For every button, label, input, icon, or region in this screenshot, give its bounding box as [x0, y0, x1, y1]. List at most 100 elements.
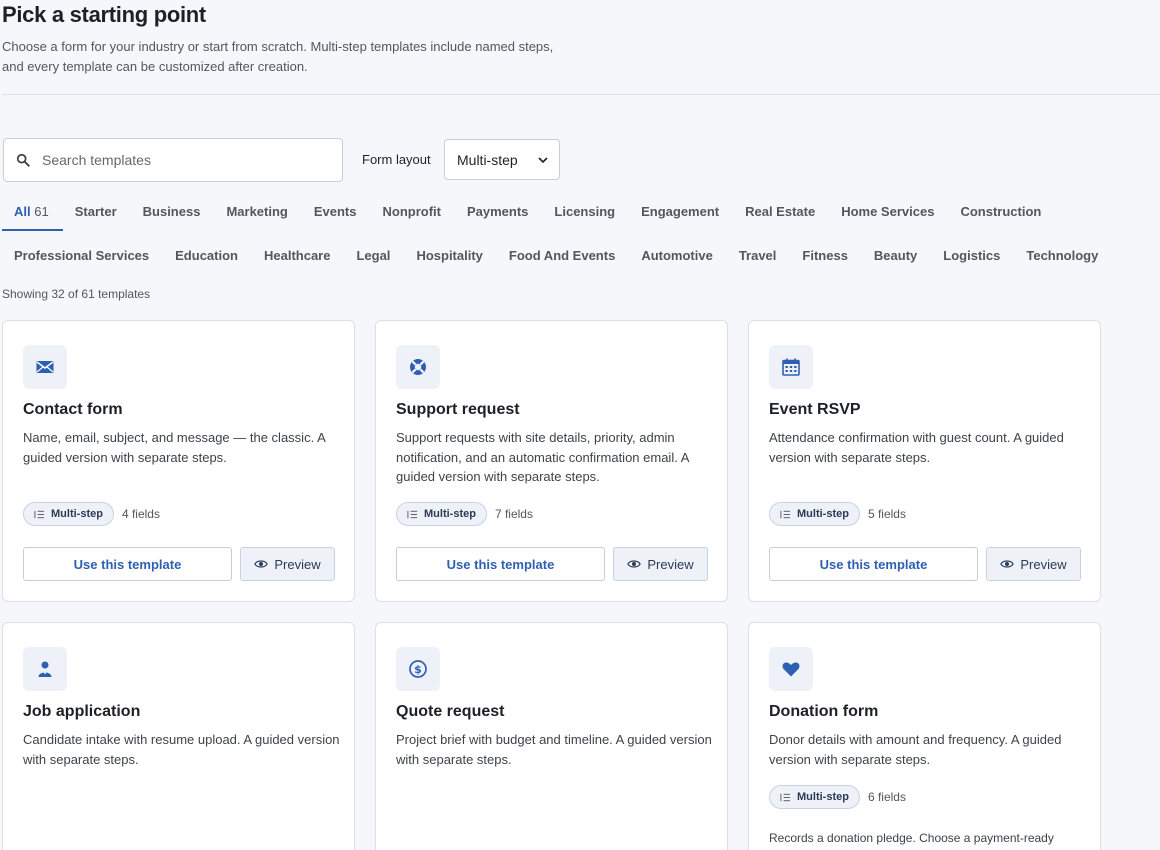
list-icon	[34, 510, 45, 518]
page-title: Pick a starting point	[2, 2, 206, 27]
chevron-down-icon	[538, 156, 548, 163]
tab-starter[interactable]: Starter	[63, 197, 131, 231]
header-divider	[2, 94, 1160, 95]
card-icon-tile	[396, 345, 440, 389]
form-layout-value: Multi-step	[457, 151, 518, 168]
card-icon-tile: $	[396, 647, 440, 691]
tab-fitness[interactable]: Fitness	[790, 241, 862, 275]
svg-text:$: $	[414, 663, 422, 676]
badge-label: Multi-step	[797, 791, 849, 803]
card-icon-tile	[769, 647, 813, 691]
card-description: Name, email, subject, and message — the …	[23, 430, 326, 465]
dollar-icon: $	[409, 660, 427, 678]
tab-engagement[interactable]: Engagement	[629, 197, 733, 231]
field-count: 6 fields	[867, 790, 906, 804]
tab-technology[interactable]: Technology	[1014, 241, 1112, 275]
badge-label: Multi-step	[797, 508, 849, 520]
tab-nonprofit[interactable]: Nonprofit	[371, 197, 455, 231]
tab-travel[interactable]: Travel	[727, 241, 791, 275]
card-note: Records a donation pledge. Choose a paym…	[769, 831, 1054, 845]
tab-marketing[interactable]: Marketing	[214, 197, 301, 231]
use-template-button[interactable]: Use this template	[769, 547, 978, 581]
tab-construction[interactable]: Construction	[948, 197, 1055, 231]
card-icon-tile	[769, 345, 813, 389]
card-description: Donor details with amount and frequency.…	[769, 732, 1062, 767]
card-title: Job application	[23, 703, 141, 720]
preview-label: Preview	[274, 556, 321, 572]
badge-label: Multi-step	[51, 508, 103, 520]
tab-licensing[interactable]: Licensing	[542, 197, 629, 231]
intro-line: Choose a form for your industry or start…	[2, 39, 554, 54]
category-tabs-row-1: All 61 Starter Business Marketing Events…	[2, 197, 1055, 231]
eye-icon	[627, 560, 642, 568]
card-description: Support requests with site details, prio…	[396, 430, 689, 484]
page-intro: Choose a form for your industry or start…	[2, 37, 622, 77]
search-icon	[16, 153, 30, 167]
template-card: $ Quote request Project brief with budge…	[375, 622, 728, 850]
form-layout-select[interactable]: Multi-step	[444, 139, 560, 180]
intro-line: and every template can be customized aft…	[2, 59, 308, 74]
badge-label: Multi-step	[424, 508, 476, 520]
multi-step-badge: Multi-step	[23, 502, 114, 526]
heart-icon	[782, 662, 800, 677]
card-meta: Multi-step 7 fields	[396, 502, 533, 526]
template-card: Donation form Donor details with amount …	[748, 622, 1101, 850]
card-icon-tile	[23, 345, 67, 389]
card-icon-tile	[23, 647, 67, 691]
list-icon	[407, 510, 418, 518]
search-box[interactable]	[3, 138, 343, 182]
tab-business[interactable]: Business	[131, 197, 215, 231]
list-icon	[780, 793, 791, 801]
multi-step-badge: Multi-step	[769, 785, 860, 809]
tab-events[interactable]: Events	[302, 197, 371, 231]
tab-payments[interactable]: Payments	[455, 197, 542, 231]
tab-education[interactable]: Education	[163, 241, 252, 275]
envelope-icon	[36, 361, 54, 373]
template-card: Event RSVP Attendance confirmation with …	[748, 320, 1101, 602]
list-icon	[780, 510, 791, 518]
tab-beauty[interactable]: Beauty	[862, 241, 931, 275]
card-title: Support request	[396, 401, 520, 418]
card-meta: Multi-step 5 fields	[769, 502, 906, 526]
template-card: Job application Candidate intake with re…	[2, 622, 355, 850]
use-template-button[interactable]: Use this template	[23, 547, 232, 581]
eye-icon	[254, 560, 269, 568]
template-card: Support request Support requests with si…	[375, 320, 728, 602]
tab-all[interactable]: All 61	[2, 197, 63, 231]
card-title: Quote request	[396, 703, 505, 720]
card-meta: Multi-step 4 fields	[23, 502, 160, 526]
lifebuoy-icon	[410, 359, 426, 375]
preview-button[interactable]: Preview	[986, 547, 1081, 581]
tab-healthcare[interactable]: Healthcare	[252, 241, 344, 275]
card-description: Project brief with budget and timeline. …	[396, 732, 712, 767]
card-description: Attendance confirmation with guest count…	[769, 430, 1064, 465]
tab-food-and-events[interactable]: Food And Events	[497, 241, 629, 275]
category-tabs-row-2: Professional Services Education Healthca…	[2, 241, 1112, 275]
field-count: 4 fields	[121, 507, 160, 521]
person-icon	[38, 661, 52, 677]
tab-legal[interactable]: Legal	[344, 241, 404, 275]
tab-hospitality[interactable]: Hospitality	[404, 241, 496, 275]
tab-real-estate[interactable]: Real Estate	[733, 197, 829, 231]
card-title: Event RSVP	[769, 401, 861, 418]
preview-button[interactable]: Preview	[613, 547, 708, 581]
search-input[interactable]	[42, 152, 312, 168]
card-title: Contact form	[23, 401, 123, 418]
field-count: 7 fields	[494, 507, 533, 521]
tab-label: All	[14, 204, 31, 219]
preview-button[interactable]: Preview	[240, 547, 335, 581]
tab-home-services[interactable]: Home Services	[829, 197, 948, 231]
template-card: Contact form Name, email, subject, and m…	[2, 320, 355, 602]
tab-logistics[interactable]: Logistics	[931, 241, 1014, 275]
tab-professional-services[interactable]: Professional Services	[2, 241, 163, 275]
card-description: Candidate intake with resume upload. A g…	[23, 732, 340, 767]
use-template-button[interactable]: Use this template	[396, 547, 605, 581]
multi-step-badge: Multi-step	[396, 502, 487, 526]
tab-automotive[interactable]: Automotive	[629, 241, 727, 275]
form-layout-label: Form layout	[362, 152, 431, 167]
preview-label: Preview	[647, 556, 694, 572]
card-meta: Multi-step 6 fields	[769, 785, 906, 809]
calendar-icon	[782, 358, 800, 376]
results-count: Showing 32 of 61 templates	[2, 287, 151, 301]
field-count: 5 fields	[867, 507, 906, 521]
